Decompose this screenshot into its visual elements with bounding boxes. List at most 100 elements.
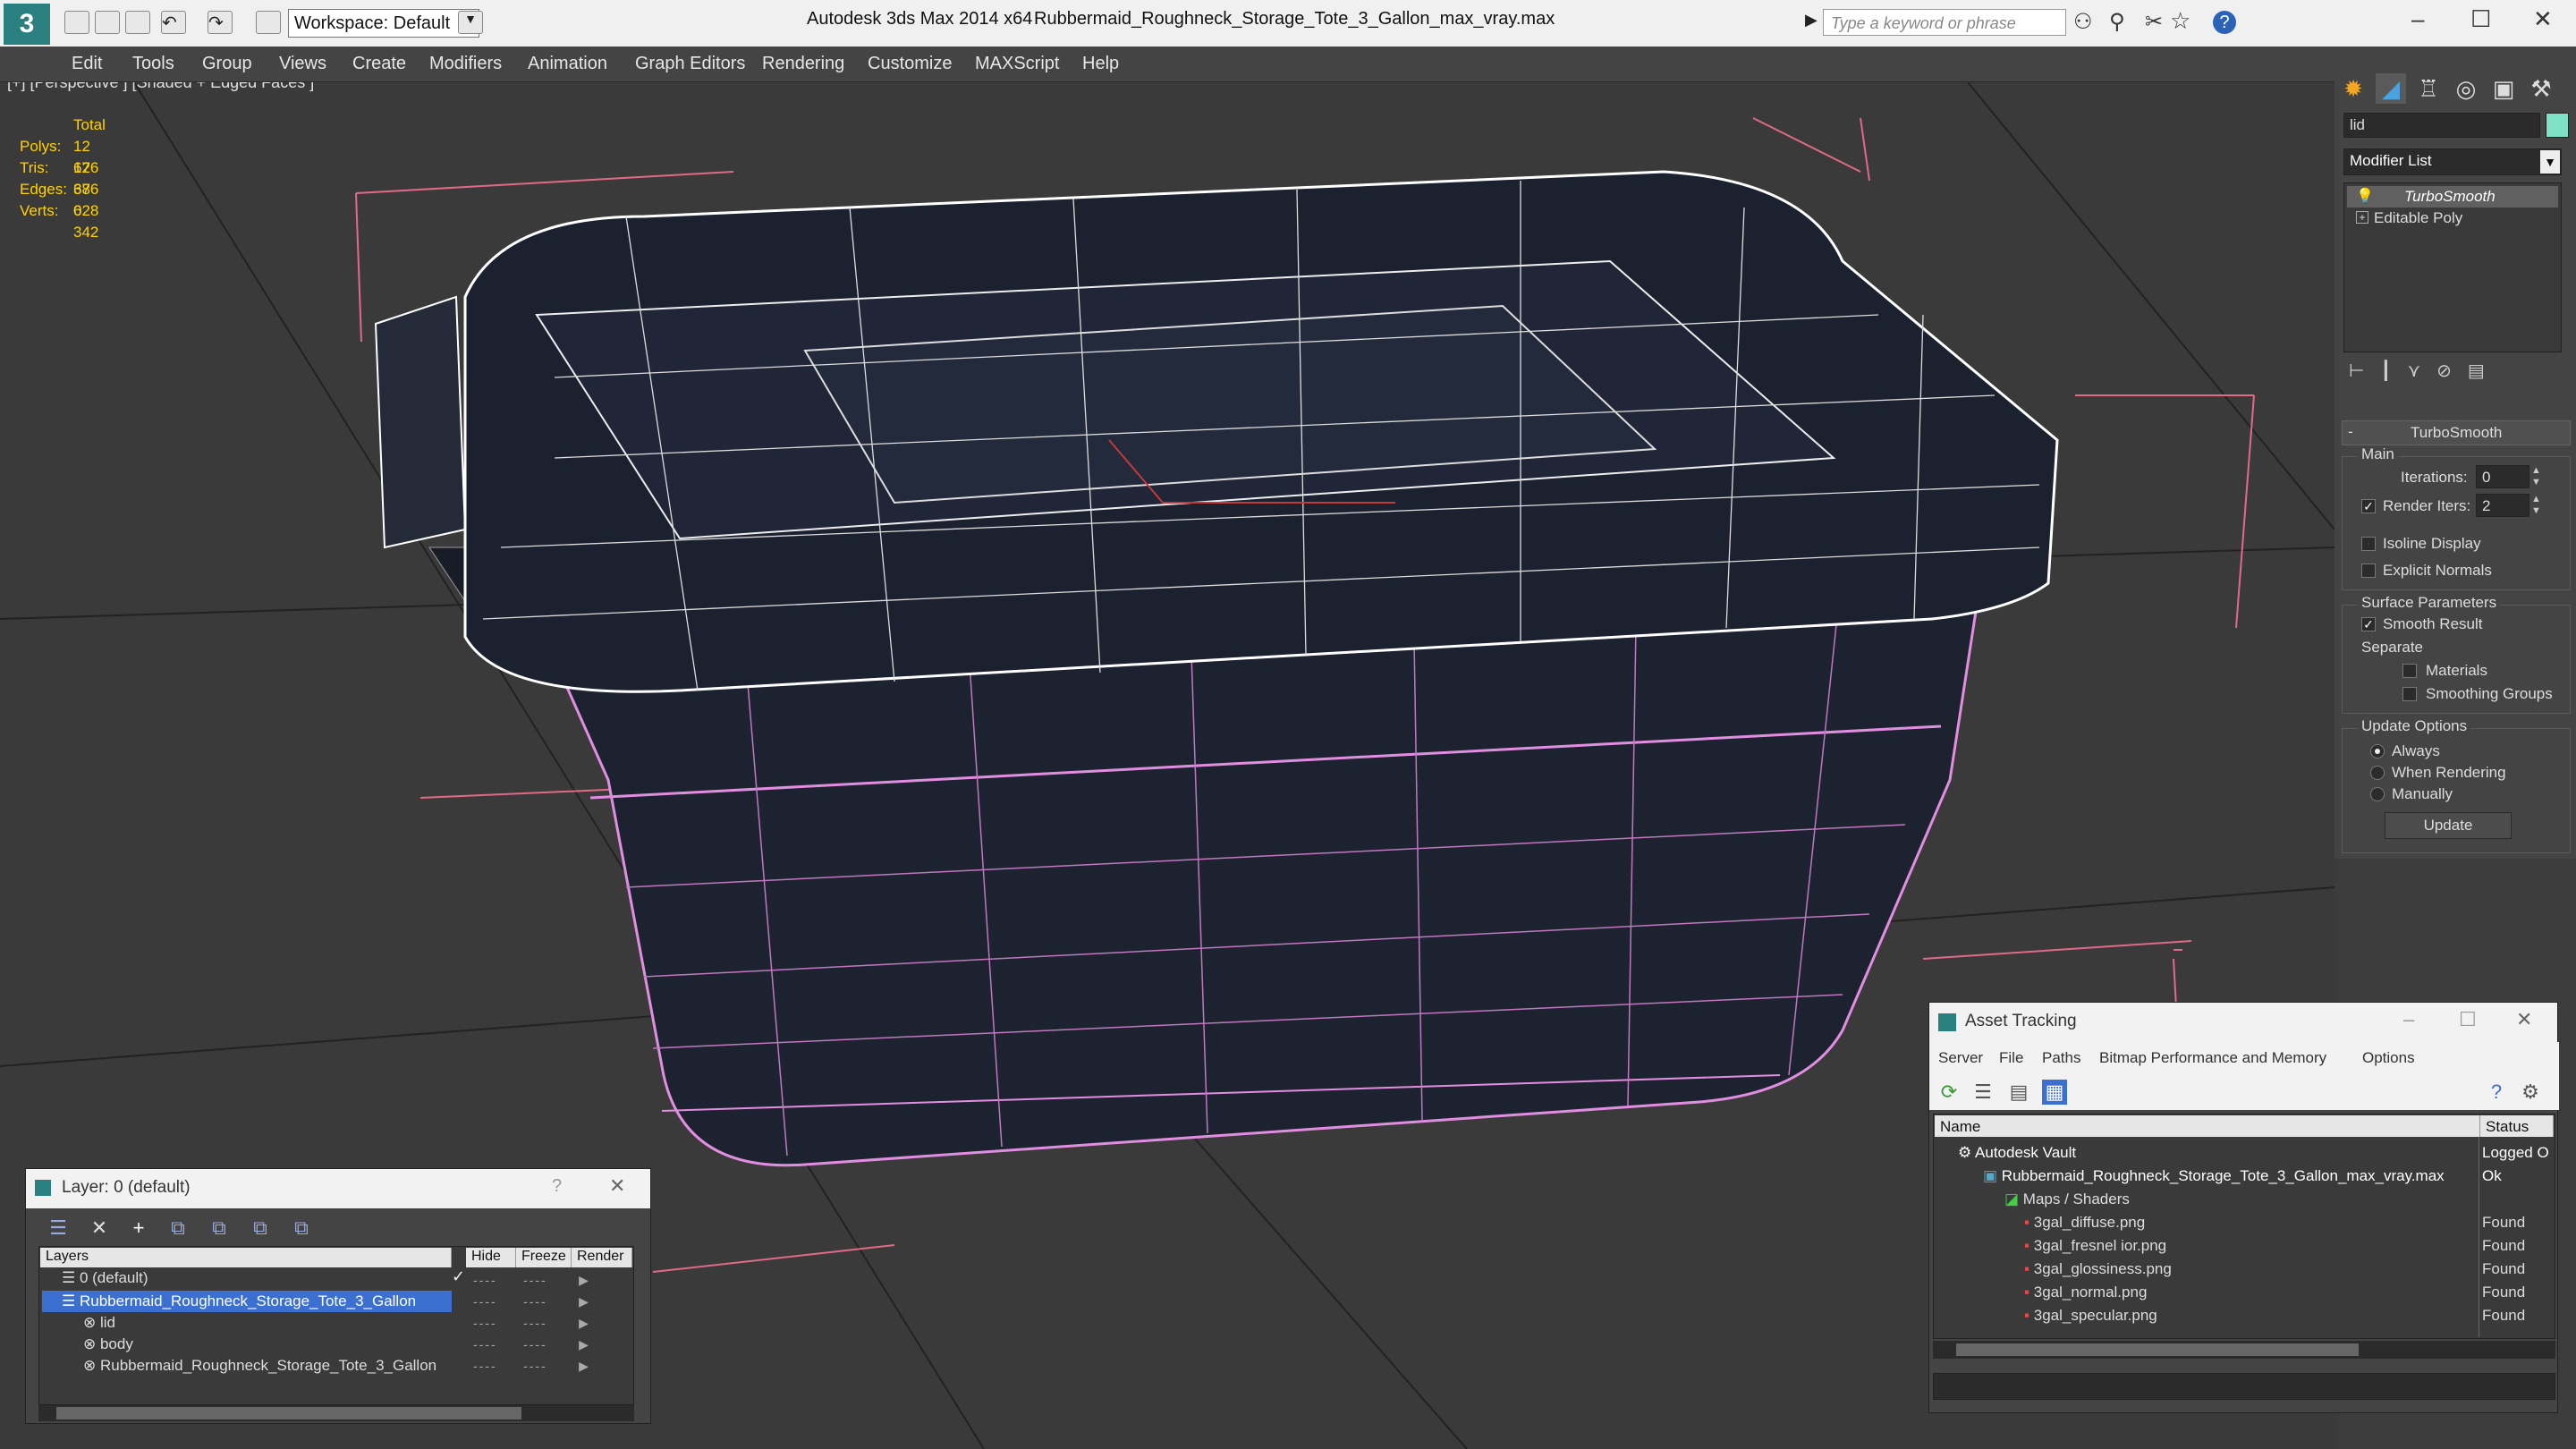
- table-row[interactable]: ⊗ Rubbermaid_Roughneck_Storage_Tote_3_Ga…: [83, 1357, 436, 1375]
- detail-view-icon[interactable]: ▤: [2006, 1080, 2031, 1105]
- create-tab-icon[interactable]: ✹: [2338, 73, 2368, 104]
- refresh-icon[interactable]: ⟳: [1936, 1080, 1962, 1105]
- menu-paths[interactable]: Paths: [2042, 1049, 2080, 1067]
- col-freeze[interactable]: Freeze: [516, 1248, 572, 1267]
- scrollbar-thumb[interactable]: [1956, 1343, 2359, 1356]
- smooth-result-checkbox[interactable]: ✓: [2361, 617, 2376, 631]
- hide-all-icon[interactable]: ⧉: [248, 1216, 273, 1241]
- settings-icon[interactable]: ⚙: [2518, 1080, 2543, 1105]
- when-rendering-radio[interactable]: [2370, 766, 2385, 780]
- viewport-label[interactable]: [+] [Perspective ] [Shaded + Edged Faces…: [7, 82, 314, 92]
- binoculars-icon[interactable]: ⚇: [2073, 9, 2093, 35]
- table-row[interactable]: ◪ Maps / Shaders: [2004, 1191, 2130, 1208]
- render-iters-checkbox[interactable]: ✓: [2361, 499, 2376, 513]
- menu-options[interactable]: Options: [2362, 1049, 2415, 1067]
- object-color-swatch[interactable]: [2546, 113, 2569, 138]
- close-icon[interactable]: ✕: [2516, 1008, 2532, 1031]
- new-file-icon[interactable]: [64, 11, 89, 34]
- table-row[interactable]: ▣ Rubbermaid_Roughneck_Storage_Tote_3_Ga…: [1983, 1167, 2445, 1185]
- table-row[interactable]: ⊗ body: [83, 1335, 133, 1353]
- utilities-tab-icon[interactable]: ⚒: [2526, 73, 2556, 104]
- freeze-all-icon[interactable]: ⧉: [289, 1216, 314, 1241]
- menu-modifiers[interactable]: Modifiers: [429, 54, 502, 74]
- always-radio[interactable]: [2370, 744, 2385, 758]
- layer-flags[interactable]: ---- ---- ▶ ---- ---- ▶ ---- ---- ▶ ---- --…: [473, 1269, 625, 1377]
- materials-checkbox[interactable]: [2402, 664, 2417, 678]
- menu-animation[interactable]: Animation: [528, 54, 607, 74]
- list-view-icon[interactable]: ☰: [1970, 1080, 1996, 1105]
- add-to-layer-icon[interactable]: +: [126, 1216, 151, 1241]
- menu-rendering[interactable]: Rendering: [762, 54, 844, 74]
- modifier-list-chevron-icon[interactable]: ▼: [2540, 150, 2560, 174]
- layer-window-titlebar[interactable]: Layer: 0 (default) ? ✕: [26, 1169, 650, 1208]
- favorites-star-icon[interactable]: ☆: [2170, 7, 2190, 35]
- spinner-arrows-icon[interactable]: ▲ ▼: [2531, 494, 2541, 517]
- horizontal-scrollbar[interactable]: [38, 1405, 634, 1421]
- col-hide[interactable]: Hide: [466, 1248, 516, 1267]
- active-layer-check-icon[interactable]: ✓: [452, 1267, 465, 1286]
- undo-icon[interactable]: ↶: [161, 11, 186, 34]
- close-icon[interactable]: ✕: [609, 1174, 625, 1198]
- project-folder-icon[interactable]: [256, 11, 281, 34]
- close-icon[interactable]: ✕: [2533, 5, 2553, 33]
- help-icon[interactable]: ?: [2213, 11, 2236, 34]
- isoline-display-checkbox[interactable]: [2361, 537, 2376, 551]
- highlight-layer-icon[interactable]: ⧉: [207, 1216, 232, 1241]
- menu-graph-editors[interactable]: Graph Editors: [635, 54, 745, 74]
- table-row[interactable]: ☰ Rubbermaid_Roughneck_Storage_Tote_3_Ga…: [62, 1292, 416, 1310]
- save-file-icon[interactable]: [125, 11, 150, 34]
- col-status[interactable]: Status: [2480, 1115, 2554, 1137]
- menu-maxscript[interactable]: MAXScript: [975, 54, 1059, 74]
- search-arrow-icon[interactable]: ▶: [1805, 11, 1818, 30]
- table-row[interactable]: ▪ 3gal_specular.png: [2024, 1307, 2157, 1325]
- menu-server[interactable]: Server: [1938, 1049, 1983, 1067]
- menu-bitmap-performance[interactable]: Bitmap Performance and Memory: [2099, 1049, 2326, 1067]
- new-layer-icon[interactable]: ☰: [46, 1216, 71, 1241]
- col-render[interactable]: Render: [572, 1248, 632, 1267]
- menu-customize[interactable]: Customize: [868, 54, 952, 74]
- table-row[interactable]: ▪ 3gal_fresnel ior.png: [2024, 1237, 2166, 1255]
- stack-item-editable-poly[interactable]: + Editable Poly: [2347, 208, 2558, 229]
- select-objects-icon[interactable]: ⧉: [165, 1216, 191, 1241]
- col-name[interactable]: Name: [1935, 1115, 2480, 1137]
- search-input[interactable]: Type a keyword or phrase: [1823, 9, 2066, 36]
- table-row[interactable]: ☰ 0 (default): [62, 1269, 148, 1287]
- asset-path-field[interactable]: [1933, 1373, 2555, 1400]
- table-row[interactable]: ▪ 3gal_glossiness.png: [2024, 1260, 2172, 1278]
- turbosmooth-rollout-header[interactable]: - TurboSmooth: [2342, 420, 2571, 445]
- menu-create[interactable]: Create: [352, 54, 406, 74]
- minimize-icon[interactable]: –: [2411, 5, 2424, 33]
- explicit-normals-checkbox[interactable]: [2361, 564, 2376, 578]
- object-name-field[interactable]: lid: [2343, 113, 2540, 138]
- table-view-icon[interactable]: ▦: [2042, 1080, 2067, 1105]
- menu-file[interactable]: File: [1999, 1049, 2023, 1067]
- maximize-icon[interactable]: ☐: [2470, 5, 2491, 33]
- col-layers[interactable]: Layers: [40, 1248, 452, 1267]
- table-row[interactable]: ⚙ Autodesk Vault: [1958, 1144, 2076, 1162]
- hierarchy-tab-icon[interactable]: ♖: [2413, 73, 2444, 104]
- iterations-spinner[interactable]: 0: [2476, 465, 2529, 488]
- maximize-icon[interactable]: ☐: [2459, 1008, 2477, 1031]
- open-file-icon[interactable]: [95, 11, 120, 34]
- communication-center-icon[interactable]: ⚲: [2109, 9, 2125, 35]
- lightbulb-icon[interactable]: 💡: [2356, 187, 2374, 205]
- help-icon[interactable]: ?: [552, 1176, 562, 1197]
- minimize-icon[interactable]: –: [2403, 1008, 2414, 1031]
- menu-tools[interactable]: Tools: [132, 54, 174, 74]
- modify-tab-icon[interactable]: ◢: [2376, 73, 2406, 104]
- collapse-icon[interactable]: -: [2348, 423, 2353, 441]
- table-row[interactable]: ▪ 3gal_diffuse.png: [2024, 1214, 2145, 1232]
- workspace-chevron-icon[interactable]: ▼: [458, 11, 483, 34]
- display-tab-icon[interactable]: ▣: [2488, 73, 2519, 104]
- app-logo-icon[interactable]: 3: [4, 4, 50, 45]
- menu-views[interactable]: Views: [279, 54, 326, 74]
- spinner-arrows-icon[interactable]: ▲ ▼: [2531, 465, 2541, 488]
- render-iters-spinner[interactable]: 2: [2476, 494, 2529, 517]
- manually-radio[interactable]: [2370, 787, 2385, 801]
- menu-edit[interactable]: Edit: [72, 54, 102, 74]
- table-row[interactable]: ⊗ lid: [83, 1314, 115, 1332]
- exchange-icon[interactable]: ✂: [2145, 9, 2163, 35]
- delete-layer-icon[interactable]: ✕: [87, 1216, 112, 1241]
- stack-tools[interactable]: ⊢┃⋎⊘▤: [2349, 360, 2501, 382]
- stack-item-turbosmooth[interactable]: 💡 TurboSmooth: [2347, 186, 2558, 208]
